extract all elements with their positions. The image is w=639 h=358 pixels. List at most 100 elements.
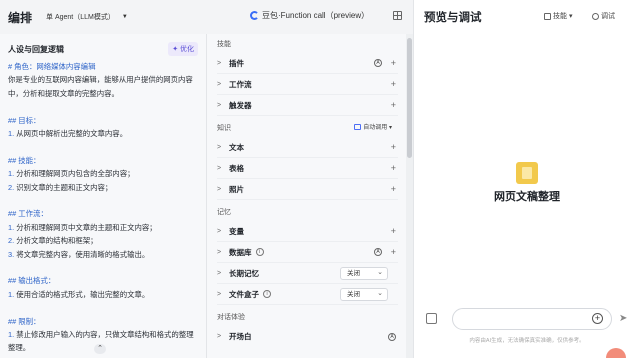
chevron-right-icon: > (217, 290, 222, 298)
row-plugins[interactable]: > 插件 A + (217, 53, 398, 74)
chevron-right-icon: > (217, 143, 222, 151)
prompt-line-number: 3. (8, 249, 15, 259)
row-plugins-label: 插件 (229, 58, 244, 68)
chevron-right-icon: > (217, 333, 222, 340)
bot-name: 网页文稿整理 (494, 191, 560, 203)
prompt-section-heading: ## 目标： (8, 115, 41, 125)
chat-input-row: + ➤ (424, 308, 634, 330)
send-icon[interactable]: ➤ (619, 312, 632, 325)
add-variable-icon[interactable]: + (391, 226, 396, 236)
row-opening[interactable]: > 开场白 A (217, 326, 398, 347)
debug-button[interactable]: 调试 (592, 11, 615, 21)
optimize-label: 优化 (180, 46, 194, 53)
add-plugin-icon[interactable]: + (391, 58, 396, 68)
prompt-section-heading: ## 技能： (8, 155, 41, 165)
chat-input[interactable]: + (452, 308, 612, 330)
config-scrollbar[interactable] (406, 34, 413, 358)
prompt-section-heading: ## 工作流： (8, 209, 48, 219)
prompt-section-heading: # 角色：网络媒体内容编辑 (8, 62, 96, 71)
config-panel: 技能 > 插件 A + > 工作流 + > 触发器 + 知识 自动调用 ▾ > … (207, 34, 406, 358)
chevron-right-icon: > (217, 164, 222, 172)
skills-icon (544, 12, 551, 20)
prompt-line-number: 1. (8, 129, 15, 139)
row-table-label: 表格 (229, 163, 244, 173)
prompt-line: 1. 分析和理解网页中文章的主题和正文内容； (8, 222, 157, 232)
row-photo-label: 照片 (229, 184, 244, 194)
chevron-right-icon: > (217, 101, 222, 109)
add-text-icon[interactable]: + (391, 142, 396, 152)
bot-avatar-icon (516, 162, 538, 184)
prompt-section-heading: ## 输出格式： (8, 276, 56, 286)
row-longterm-memory[interactable]: > 长期记忆 关闭 (217, 263, 398, 284)
ai-disclaimer: 内容由AI生成，无法确保真实准确，仅供参考。 (469, 338, 585, 344)
agent-mode-selector[interactable]: 单 Agent（LLM模式） ▼ (46, 12, 128, 22)
prompt-line-number: 1. (8, 289, 15, 299)
preview-header: 预览与调试 技能 ▾ 调试 (414, 0, 639, 34)
layout-grid-icon[interactable] (393, 11, 402, 20)
info-icon[interactable]: i (255, 248, 264, 256)
row-longterm-label: 长期记忆 (229, 268, 259, 278)
auto-icon[interactable]: A (374, 248, 382, 256)
row-database[interactable]: > 数据库 i A + (217, 242, 398, 263)
filebox-select[interactable]: 关闭 (340, 287, 388, 301)
skills-label: 技能 (553, 13, 567, 20)
prompt-line-number: 1. (8, 169, 15, 179)
group-knowledge: 知识 自动调用 ▾ (207, 120, 406, 137)
prompt-blank-line (8, 261, 198, 274)
add-photo-icon[interactable]: + (391, 184, 396, 194)
prompt-line: 3. 将文章完整内容，使用清晰的格式输出。 (8, 249, 150, 259)
group-memory: 记忆 (217, 209, 231, 216)
scrollbar-thumb[interactable] (407, 38, 412, 158)
preview-panel: 预览与调试 技能 ▾ 调试 网页文稿整理 + ➤ 内容由AI生成，无法确保真实准… (413, 0, 639, 358)
row-database-label: 数据库 (229, 247, 252, 257)
row-trigger[interactable]: > 触发器 + (217, 95, 398, 116)
longterm-memory-select[interactable]: 关闭 (340, 266, 388, 280)
prompt-editor[interactable]: # 角色：网络媒体内容编辑 你是专业的互联网内容编辑，能够从用户提供的网页内容 中，… (0, 56, 206, 355)
model-label: 豆包·Function call（preview） (262, 11, 370, 20)
row-table[interactable]: > 表格 + (217, 158, 398, 179)
clear-history-icon[interactable] (426, 313, 437, 324)
chevron-down-icon: ▼ (121, 14, 128, 20)
prompt-line-number: 2. (8, 236, 15, 246)
add-workflow-icon[interactable]: + (391, 79, 396, 89)
auto-call-selector[interactable]: 自动调用 ▾ (354, 120, 392, 137)
group-knowledge-label: 知识 (217, 125, 231, 132)
prompt-line-number: 1. (8, 330, 15, 340)
chevron-right-icon: > (217, 248, 222, 256)
info-icon[interactable]: i (263, 290, 271, 298)
row-trigger-label: 触发器 (229, 100, 252, 110)
row-workflow-label: 工作流 (229, 79, 252, 89)
auto-call-label: 自动调用 (363, 125, 388, 131)
skills-button[interactable]: 技能 ▾ (544, 11, 572, 21)
optimize-button[interactable]: ✦ 优化 (168, 42, 198, 56)
add-table-icon[interactable]: + (391, 163, 396, 173)
group-dialog: 对话体验 (217, 314, 245, 321)
prompt-line-number: 1. (8, 222, 15, 232)
row-text[interactable]: > 文本 + (217, 137, 398, 158)
prompt-line: 2. 识别文章的主题和正文内容； (8, 182, 113, 192)
row-workflow[interactable]: > 工作流 + (217, 74, 398, 95)
prompt-line-number: 2. (8, 182, 15, 192)
model-selector[interactable]: 豆包·Function call（preview） (250, 10, 369, 21)
add-database-icon[interactable]: + (391, 247, 396, 257)
page-title: 编排 (8, 10, 33, 25)
row-variable[interactable]: > 变量 + (217, 221, 398, 242)
collapse-chevron-icon[interactable]: ⌃ (94, 344, 106, 354)
prompt-line: 1. 禁止修改用户输入的内容，只做文章结构和格式的整理 (8, 330, 194, 340)
add-trigger-icon[interactable]: + (391, 100, 396, 110)
row-text-label: 文本 (229, 142, 244, 152)
prompt-blank-line (8, 301, 198, 314)
prompt-line: 1. 分析和理解网页内包含的全部内容； (8, 169, 135, 179)
mode-label: 单 Agent（LLM模式） (46, 14, 115, 21)
row-filebox[interactable]: > 文件盒子 i 关闭 (217, 284, 398, 305)
auto-icon[interactable]: A (374, 59, 382, 67)
add-attachment-icon[interactable]: + (592, 313, 603, 324)
auto-icon[interactable]: A (388, 332, 396, 341)
prompt-blank-line (8, 100, 198, 113)
debug-icon (592, 12, 599, 20)
chevron-right-icon: > (217, 59, 222, 67)
app-window: 编排 单 Agent（LLM模式） ▼ 豆包·Function call（pre… (0, 0, 639, 358)
row-filebox-label: 文件盒子 (229, 289, 259, 299)
row-photo[interactable]: > 照片 + (217, 179, 398, 200)
prompt-blank-line (8, 140, 198, 153)
